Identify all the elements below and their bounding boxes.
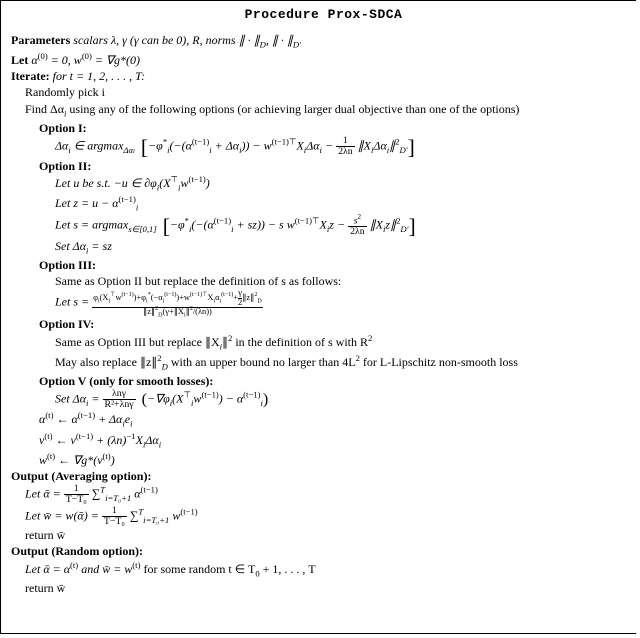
option-3-header: Option III:: [11, 257, 636, 273]
option-2-header: Option II:: [11, 158, 636, 174]
parameters-label: Parameters: [11, 33, 70, 47]
return-avg: return w̄: [11, 527, 636, 543]
parameters-line: Parameters scalars λ, γ (γ can be 0), R,…: [11, 32, 636, 51]
find-line: Find Δαi using any of the following opti…: [11, 101, 636, 120]
output-random-header: Output (Random option):: [11, 543, 636, 559]
option-1-body: Δαi ∈ argmaxΔαi [−φ*i(−(α(t−1)i + Δαi)) …: [11, 136, 636, 158]
update-alpha: α(t) ← α(t−1) + Δαiei: [11, 410, 636, 430]
option-1-header: Option I:: [11, 120, 636, 136]
let-line: Let α(0) = 0, w(0) = ∇g*(0): [11, 51, 636, 68]
option-5-line1: Set Δαi = λnγR²+λnγ (−∇φi(X⊤iw(t−1)) − α…: [11, 389, 636, 411]
random-pick: Randomly pick i: [11, 84, 636, 100]
output-averaging-header: Output (Averaging option):: [11, 468, 636, 484]
return-random: return w̄: [11, 580, 636, 596]
update-v: v(t) ← v(t−1) + (λn)−1XiΔαi: [11, 431, 636, 451]
random-line: Let ᾱ = α(t) and w̄ = w(t) for some rand…: [11, 560, 636, 580]
option-4-line2: May also replace ∥z∥2D with an upper bou…: [11, 353, 636, 373]
option-5-header: Option V (only for smooth losses):: [11, 373, 636, 389]
option-2-line3: Let s = argmaxs∈[0,1] [−φ*i(−(α(t−1)i + …: [11, 214, 636, 238]
option-4-header: Option IV:: [11, 316, 636, 332]
algorithm-box: Procedure Prox-SDCA Parameters scalars λ…: [0, 0, 636, 634]
option-3-line2: Let s = φi(Xi⊤w(t−1))+φi*(−αi(t−1))+w(t−…: [11, 289, 636, 316]
avg-w: Let w̄ = w(ᾱ) = 1T−T₀ ∑Ti=T₀+1 w(t−1): [11, 506, 636, 528]
iterate-label: Iterate:: [11, 69, 50, 83]
iterate-line: Iterate: for t = 1, 2, . . . , T:: [11, 68, 636, 84]
option-2-line1: Let u be s.t. −u ∈ ∂φi(X⊤iw(t−1)): [11, 174, 636, 194]
option-2-line4: Set Δαi = sz: [11, 238, 636, 257]
option-4-line1: Same as Option III but replace ∥Xi∥2 in …: [11, 333, 636, 353]
procedure-title: Procedure Prox-SDCA: [11, 7, 636, 22]
avg-alpha: Let ᾱ = 1T−T₀ ∑Ti=T₀+1 α(t−1): [11, 484, 636, 506]
option-3-line1: Same as Option II but replace the defini…: [11, 273, 636, 289]
option-2-line2: Let z = u − α(t−1)i: [11, 194, 636, 214]
update-w: w(t) ← ∇g*(v(t)): [11, 451, 636, 468]
let-label: Let: [11, 53, 28, 67]
